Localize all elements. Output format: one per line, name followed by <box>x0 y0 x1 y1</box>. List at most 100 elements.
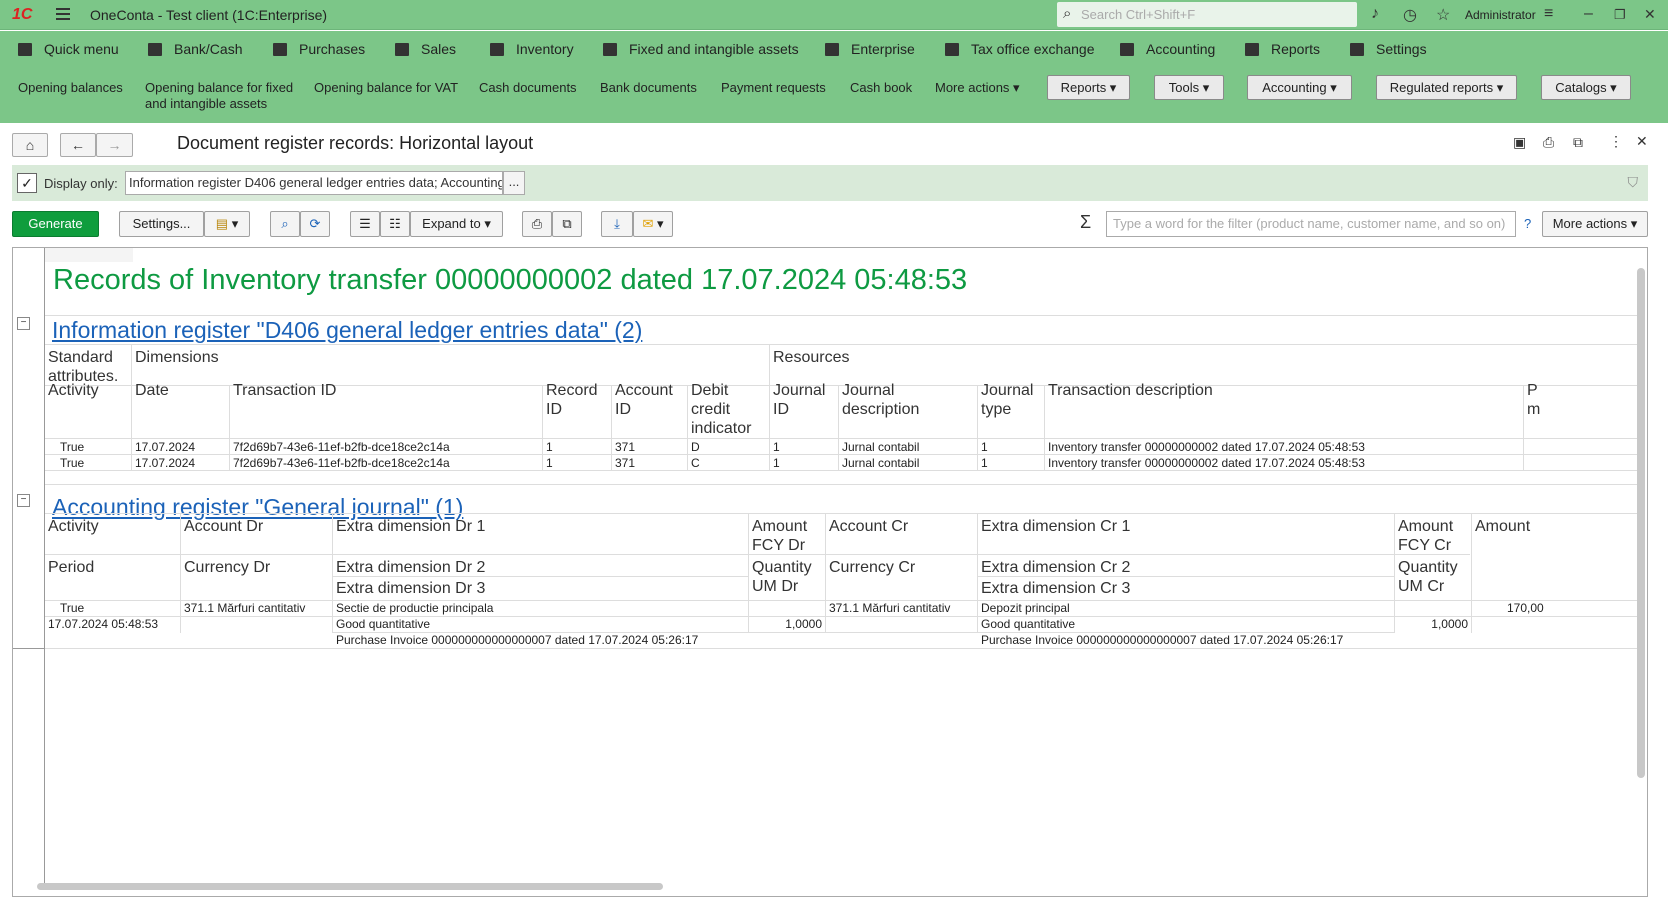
divider <box>45 648 1645 649</box>
variants-dropdown-button[interactable]: ▤ ▾ <box>204 211 250 237</box>
section-enterprise[interactable]: Enterprise <box>825 41 915 57</box>
print-icon: ⎙ <box>531 216 543 231</box>
section-purchases[interactable]: Purchases <box>273 41 365 57</box>
cmd-opening-fixed[interactable]: Opening balance for fixed and intangible … <box>145 80 293 112</box>
cell-activity: True <box>60 456 85 470</box>
cmd-cash-documents[interactable]: Cash documents <box>479 80 577 96</box>
reports-dropdown-button[interactable]: Reports ▾ <box>1047 75 1130 100</box>
divider <box>45 438 1645 439</box>
close-window-icon[interactable]: ✕ <box>1644 6 1656 23</box>
preview-icon[interactable]: ⧉ <box>1573 134 1583 151</box>
col-transaction-id: Transaction ID <box>233 382 337 399</box>
report-spreadsheet[interactable]: Records of Inventory transfer 0000000000… <box>12 247 1648 897</box>
grid-line <box>769 344 770 470</box>
cmd-bank-documents[interactable]: Bank documents <box>600 80 697 96</box>
col-journal-type: Journal type <box>981 382 1034 418</box>
print-button[interactable]: ⎙ <box>522 211 552 237</box>
grid-line <box>977 513 978 633</box>
catalogs-dropdown-button[interactable]: Catalogs ▾ <box>1541 75 1631 100</box>
cell-quantity-cr: 1,0000 <box>1431 617 1468 631</box>
print-preview-button[interactable]: ⧉ <box>552 211 582 237</box>
page-title: Document register records: Horizontal la… <box>177 133 534 153</box>
cell-account-cr: 371.1 Mărfuri cantitativ <box>829 601 951 615</box>
global-search-input[interactable]: ⌕ Search Ctrl+Shift+F <box>1057 2 1357 27</box>
collapse-all-button[interactable]: ☷ <box>380 211 410 237</box>
print-icon[interactable]: ⎙ <box>1543 134 1554 151</box>
enterprise-flag-icon <box>825 43 839 56</box>
report-toolbar: Generate Settings... ▤ ▾ ⌕ ⟳ ☰ ☷ Expand … <box>0 208 1668 238</box>
cmd-more-actions[interactable]: More actions ▾ <box>935 80 1020 96</box>
cell-extra-cr2: Good quantitative <box>981 617 1076 631</box>
filter-funnel-icon[interactable]: ⛉ <box>1628 174 1639 191</box>
regulated-reports-dropdown-button[interactable]: Regulated reports ▾ <box>1376 75 1517 100</box>
section-quick-menu[interactable]: Quick menu <box>18 41 119 57</box>
more-actions-button[interactable]: More actions ▾ <box>1542 211 1648 237</box>
minimize-icon[interactable]: – <box>1584 5 1593 23</box>
section-bank-cash[interactable]: Bank/Cash <box>148 41 242 57</box>
sections-panel: Quick menu Bank/Cash Purchases Sales Inv… <box>0 31 1668 67</box>
cell-transaction-description: Inventory transfer 00000000002 dated 17.… <box>1048 440 1365 454</box>
cmd-payment-requests[interactable]: Payment requests <box>721 80 826 96</box>
restore-icon[interactable]: ❐ <box>1614 7 1626 23</box>
send-email-button[interactable]: ✉ ▾ <box>633 211 673 237</box>
display-only-label: Display only: <box>44 176 118 191</box>
information-register-link[interactable]: Information register "D406 general ledge… <box>52 317 642 344</box>
preview-icon: ⧉ <box>562 216 572 231</box>
cell-journal-id: 1 <box>773 456 780 470</box>
notifications-icon[interactable]: ♪ <box>1371 5 1379 23</box>
cmd-opening-vat[interactable]: Opening balance for VAT <box>314 80 458 96</box>
col-transaction-description: Transaction description <box>1048 382 1213 399</box>
cmd-cash-book[interactable]: Cash book <box>850 80 912 96</box>
section-sales[interactable]: Sales <box>395 41 456 57</box>
more-vertical-icon[interactable]: ⋮ <box>1609 133 1623 150</box>
section-tax-office[interactable]: Tax office exchange <box>945 41 1095 57</box>
close-form-icon[interactable]: ✕ <box>1636 133 1648 150</box>
favorites-star-icon[interactable]: ☆ <box>1436 5 1450 25</box>
col-account-dr: Account Dr <box>184 518 264 535</box>
collapse-group-toggle[interactable]: − <box>17 317 30 330</box>
find-next-button[interactable]: ⟳ <box>300 211 330 237</box>
horizontal-scrollbar[interactable] <box>37 883 663 890</box>
find-button[interactable]: ⌕ <box>270 211 300 237</box>
divider <box>332 632 1394 633</box>
section-accounting[interactable]: Accounting <box>1120 41 1215 57</box>
section-inventory[interactable]: Inventory <box>490 41 574 57</box>
home-button[interactable]: ⌂ <box>12 133 48 157</box>
grid-line <box>542 385 543 470</box>
back-button[interactable]: ← <box>60 133 96 157</box>
col-currency-dr: Currency Dr <box>184 559 271 576</box>
section-fixed-assets[interactable]: Fixed and intangible assets <box>603 41 799 57</box>
sum-sigma-icon[interactable]: Σ <box>1080 212 1091 233</box>
select-registers-button[interactable]: ... <box>503 171 525 195</box>
history-icon[interactable]: ◷ <box>1403 5 1417 25</box>
main-menu-icon[interactable] <box>56 8 70 20</box>
collapse-group-toggle[interactable]: − <box>17 494 30 507</box>
accounting-dropdown-button[interactable]: Accounting ▾ <box>1247 75 1352 100</box>
app-logo: 1C <box>12 6 33 23</box>
vertical-scrollbar[interactable] <box>1637 268 1645 778</box>
expand-all-button[interactable]: ☰ <box>350 211 380 237</box>
bank-cash-icon <box>148 43 162 56</box>
col-quantity-cr: Quantity UM Cr <box>1398 559 1458 595</box>
settings-button[interactable]: Settings... <box>119 211 204 237</box>
section-reports[interactable]: Reports <box>1245 41 1320 57</box>
cell-date: 17.07.2024 <box>135 456 196 470</box>
display-only-checkbox[interactable]: ✓ <box>17 173 37 193</box>
purchases-icon <box>273 43 287 56</box>
col-amount: Amount <box>1475 518 1531 535</box>
cmd-opening-balances[interactable]: Opening balances <box>18 80 123 96</box>
generate-button[interactable]: Generate <box>12 211 99 237</box>
report-filter-input[interactable]: Type a word for the filter (product name… <box>1106 211 1516 237</box>
display-only-input[interactable]: Information register D406 general ledger… <box>125 171 503 195</box>
expand-to-button[interactable]: Expand to ▾ <box>410 211 503 237</box>
settings-list-icon[interactable]: ≡ <box>1544 5 1553 23</box>
title-bar: 1C OneConta - Test client (1C:Enterprise… <box>0 0 1668 30</box>
section-settings[interactable]: Settings <box>1350 41 1427 57</box>
user-name[interactable]: Administrator <box>1465 8 1536 22</box>
tools-dropdown-button[interactable]: Tools ▾ <box>1154 75 1224 100</box>
save-to-file-button[interactable]: ⤓ <box>601 211 633 237</box>
help-icon[interactable]: ? <box>1524 216 1531 231</box>
arrow-left-icon: ← <box>71 137 85 153</box>
forward-button[interactable]: → <box>96 133 133 157</box>
save-icon[interactable]: ▣ <box>1513 134 1526 151</box>
